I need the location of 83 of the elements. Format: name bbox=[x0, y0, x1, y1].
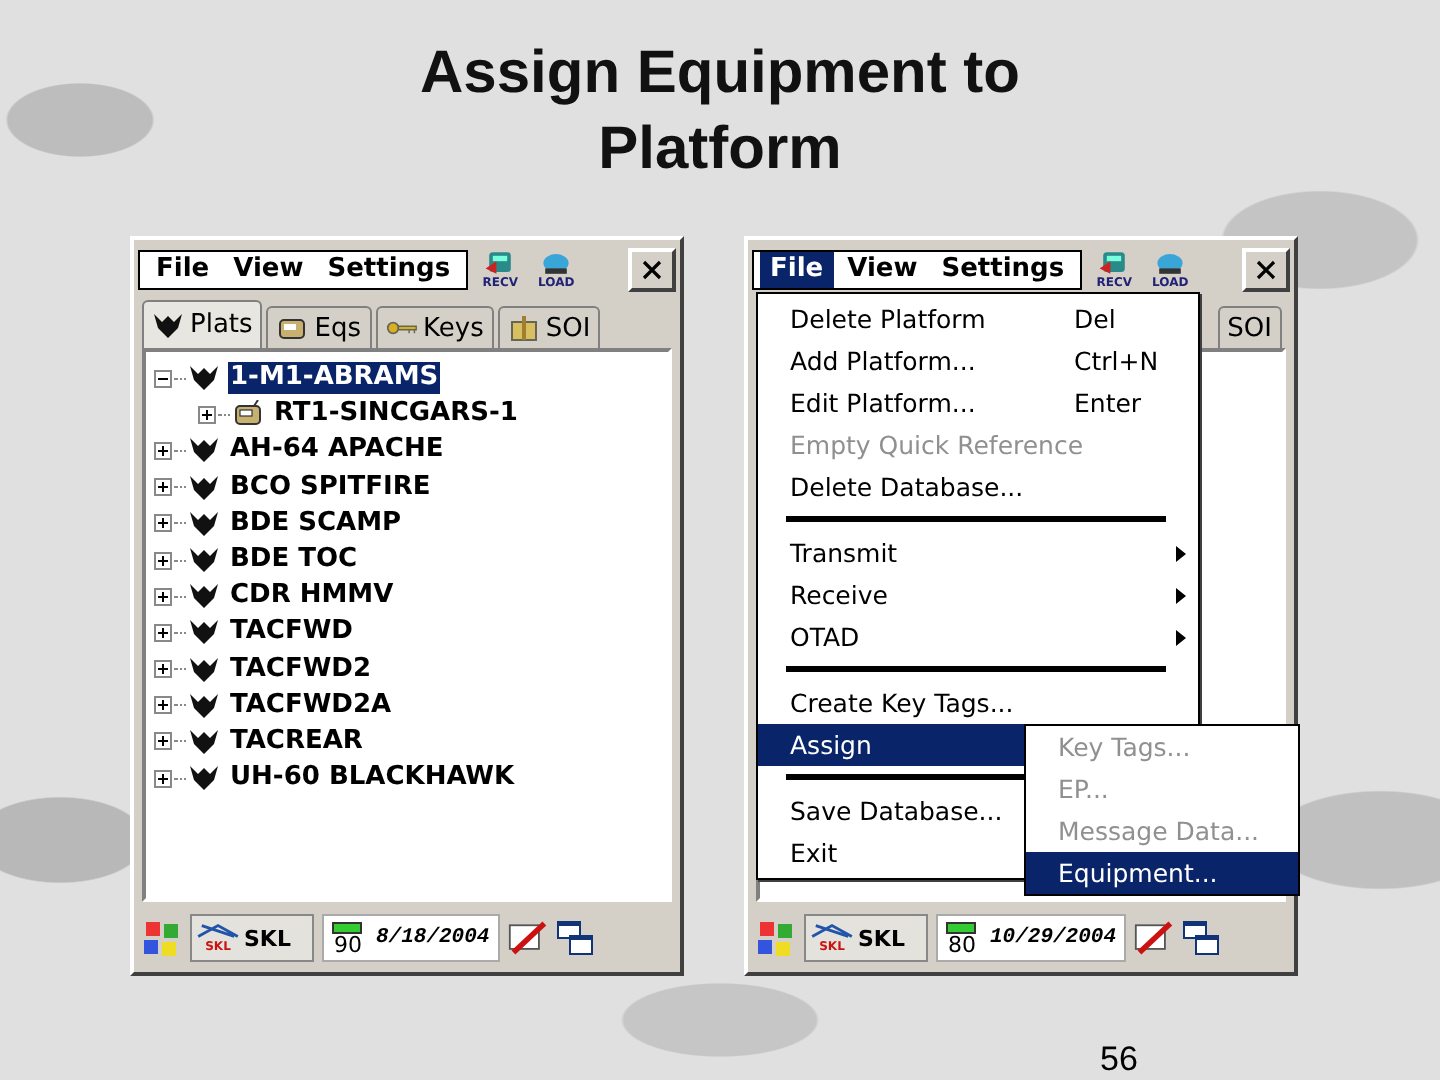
tree-item[interactable]: RT1-SINCGARS-1 bbox=[272, 398, 520, 431]
expand-icon[interactable] bbox=[154, 551, 172, 570]
insignia-icon bbox=[188, 364, 220, 393]
insignia-icon bbox=[188, 764, 220, 793]
windows-icon[interactable] bbox=[555, 918, 596, 958]
menu-item[interactable]: Create Key Tags... bbox=[758, 682, 1198, 724]
expand-icon[interactable] bbox=[198, 405, 216, 424]
insignia-icon bbox=[188, 727, 220, 756]
windows-icon[interactable] bbox=[1182, 918, 1223, 958]
expand-icon[interactable] bbox=[154, 478, 172, 497]
menu-item[interactable]: Delete Platform Del bbox=[758, 298, 1198, 340]
menu-item[interactable]: View bbox=[837, 252, 928, 288]
tree-item[interactable]: TACFWD2 bbox=[228, 653, 374, 686]
battery-indicator: 90 bbox=[332, 921, 364, 955]
start-icon[interactable] bbox=[756, 918, 796, 958]
tab[interactable]: Eqs bbox=[266, 306, 372, 348]
tab[interactable]: SOI bbox=[1217, 306, 1282, 348]
menu-item[interactable]: Delete Database... bbox=[758, 466, 1198, 508]
expand-icon[interactable] bbox=[154, 696, 172, 715]
insignia-icon bbox=[188, 509, 220, 538]
battery-indicator: 80 bbox=[946, 921, 978, 955]
menu-item[interactable]: View bbox=[223, 252, 314, 288]
submenu-arrow-icon bbox=[1176, 629, 1186, 645]
menu-item[interactable]: Assign bbox=[758, 724, 1024, 766]
page-number: 56 bbox=[1100, 1040, 1138, 1080]
pen-icon[interactable] bbox=[507, 918, 548, 958]
insignia-icon bbox=[188, 655, 220, 684]
tab[interactable]: SOI bbox=[497, 306, 601, 348]
gift-icon bbox=[507, 314, 540, 342]
menu-item[interactable]: OTAD bbox=[758, 616, 1198, 658]
tree-item[interactable]: BDE TOC bbox=[228, 544, 360, 577]
pen-icon[interactable] bbox=[1134, 918, 1175, 958]
expand-icon[interactable] bbox=[154, 660, 172, 679]
collapse-icon[interactable] bbox=[154, 369, 172, 388]
close-button[interactable] bbox=[628, 248, 676, 292]
tree-item[interactable]: TACFWD2A bbox=[228, 689, 394, 722]
close-button[interactable] bbox=[1242, 248, 1290, 292]
tree-item[interactable]: TACFWD bbox=[228, 616, 355, 649]
expand-icon[interactable] bbox=[154, 441, 172, 460]
menu-item[interactable]: Equipment... bbox=[1026, 852, 1298, 894]
insignia-icon bbox=[152, 311, 184, 339]
close-icon bbox=[642, 260, 662, 280]
tree-item[interactable]: BCO SPITFIRE bbox=[228, 471, 433, 504]
computer-icon bbox=[1152, 250, 1189, 276]
submenu-arrow-icon bbox=[1176, 587, 1186, 603]
menu-item[interactable]: Receive bbox=[758, 574, 1198, 616]
expand-icon[interactable] bbox=[154, 732, 172, 751]
expand-icon[interactable] bbox=[154, 514, 172, 533]
menu-item[interactable]: File bbox=[146, 252, 220, 288]
insignia-icon bbox=[188, 473, 220, 502]
tab[interactable]: Plats bbox=[142, 300, 263, 348]
tree-item[interactable]: TACREAR bbox=[228, 725, 365, 758]
menu-item[interactable]: Add Platform... Ctrl+N bbox=[758, 340, 1198, 382]
menu-item[interactable]: Exit bbox=[758, 832, 1024, 874]
date-text: 10/29/2004 bbox=[990, 926, 1117, 950]
tree-item[interactable]: AH-64 APACHE bbox=[228, 434, 446, 467]
radio-icon bbox=[276, 314, 309, 342]
slide-title: Assign Equipment to Platform bbox=[418, 38, 1022, 186]
tab[interactable]: Keys bbox=[375, 306, 494, 348]
menu-item[interactable]: Edit Platform... Enter bbox=[758, 382, 1198, 424]
menu-item[interactable]: Transmit bbox=[758, 532, 1198, 574]
tree-item[interactable]: BDE SCAMP bbox=[228, 507, 404, 540]
insignia-icon bbox=[188, 618, 220, 647]
start-icon[interactable] bbox=[142, 918, 182, 958]
submenu-arrow-icon bbox=[1176, 545, 1186, 561]
tree-item[interactable]: UH-60 BLACKHAWK bbox=[228, 762, 517, 795]
insignia-icon bbox=[188, 436, 220, 465]
menu-item[interactable]: File bbox=[760, 252, 834, 288]
insignia-icon bbox=[188, 582, 220, 611]
expand-icon[interactable] bbox=[154, 769, 172, 788]
menu-item[interactable]: Save Database... bbox=[758, 790, 1024, 832]
tree-item[interactable]: CDR HMMV bbox=[228, 580, 396, 613]
expand-icon[interactable] bbox=[154, 623, 172, 642]
date-text: 8/18/2004 bbox=[376, 926, 490, 950]
expand-icon[interactable] bbox=[154, 587, 172, 606]
tree-item[interactable]: 1-M1-ABRAMS bbox=[228, 362, 441, 395]
menu-item[interactable]: Settings bbox=[931, 252, 1075, 288]
insignia-icon bbox=[188, 546, 220, 575]
computer-icon bbox=[538, 250, 575, 276]
radio-icon bbox=[232, 400, 264, 429]
menu-item[interactable]: Settings bbox=[317, 252, 461, 288]
insignia-icon bbox=[188, 691, 220, 720]
close-icon bbox=[1256, 260, 1276, 280]
